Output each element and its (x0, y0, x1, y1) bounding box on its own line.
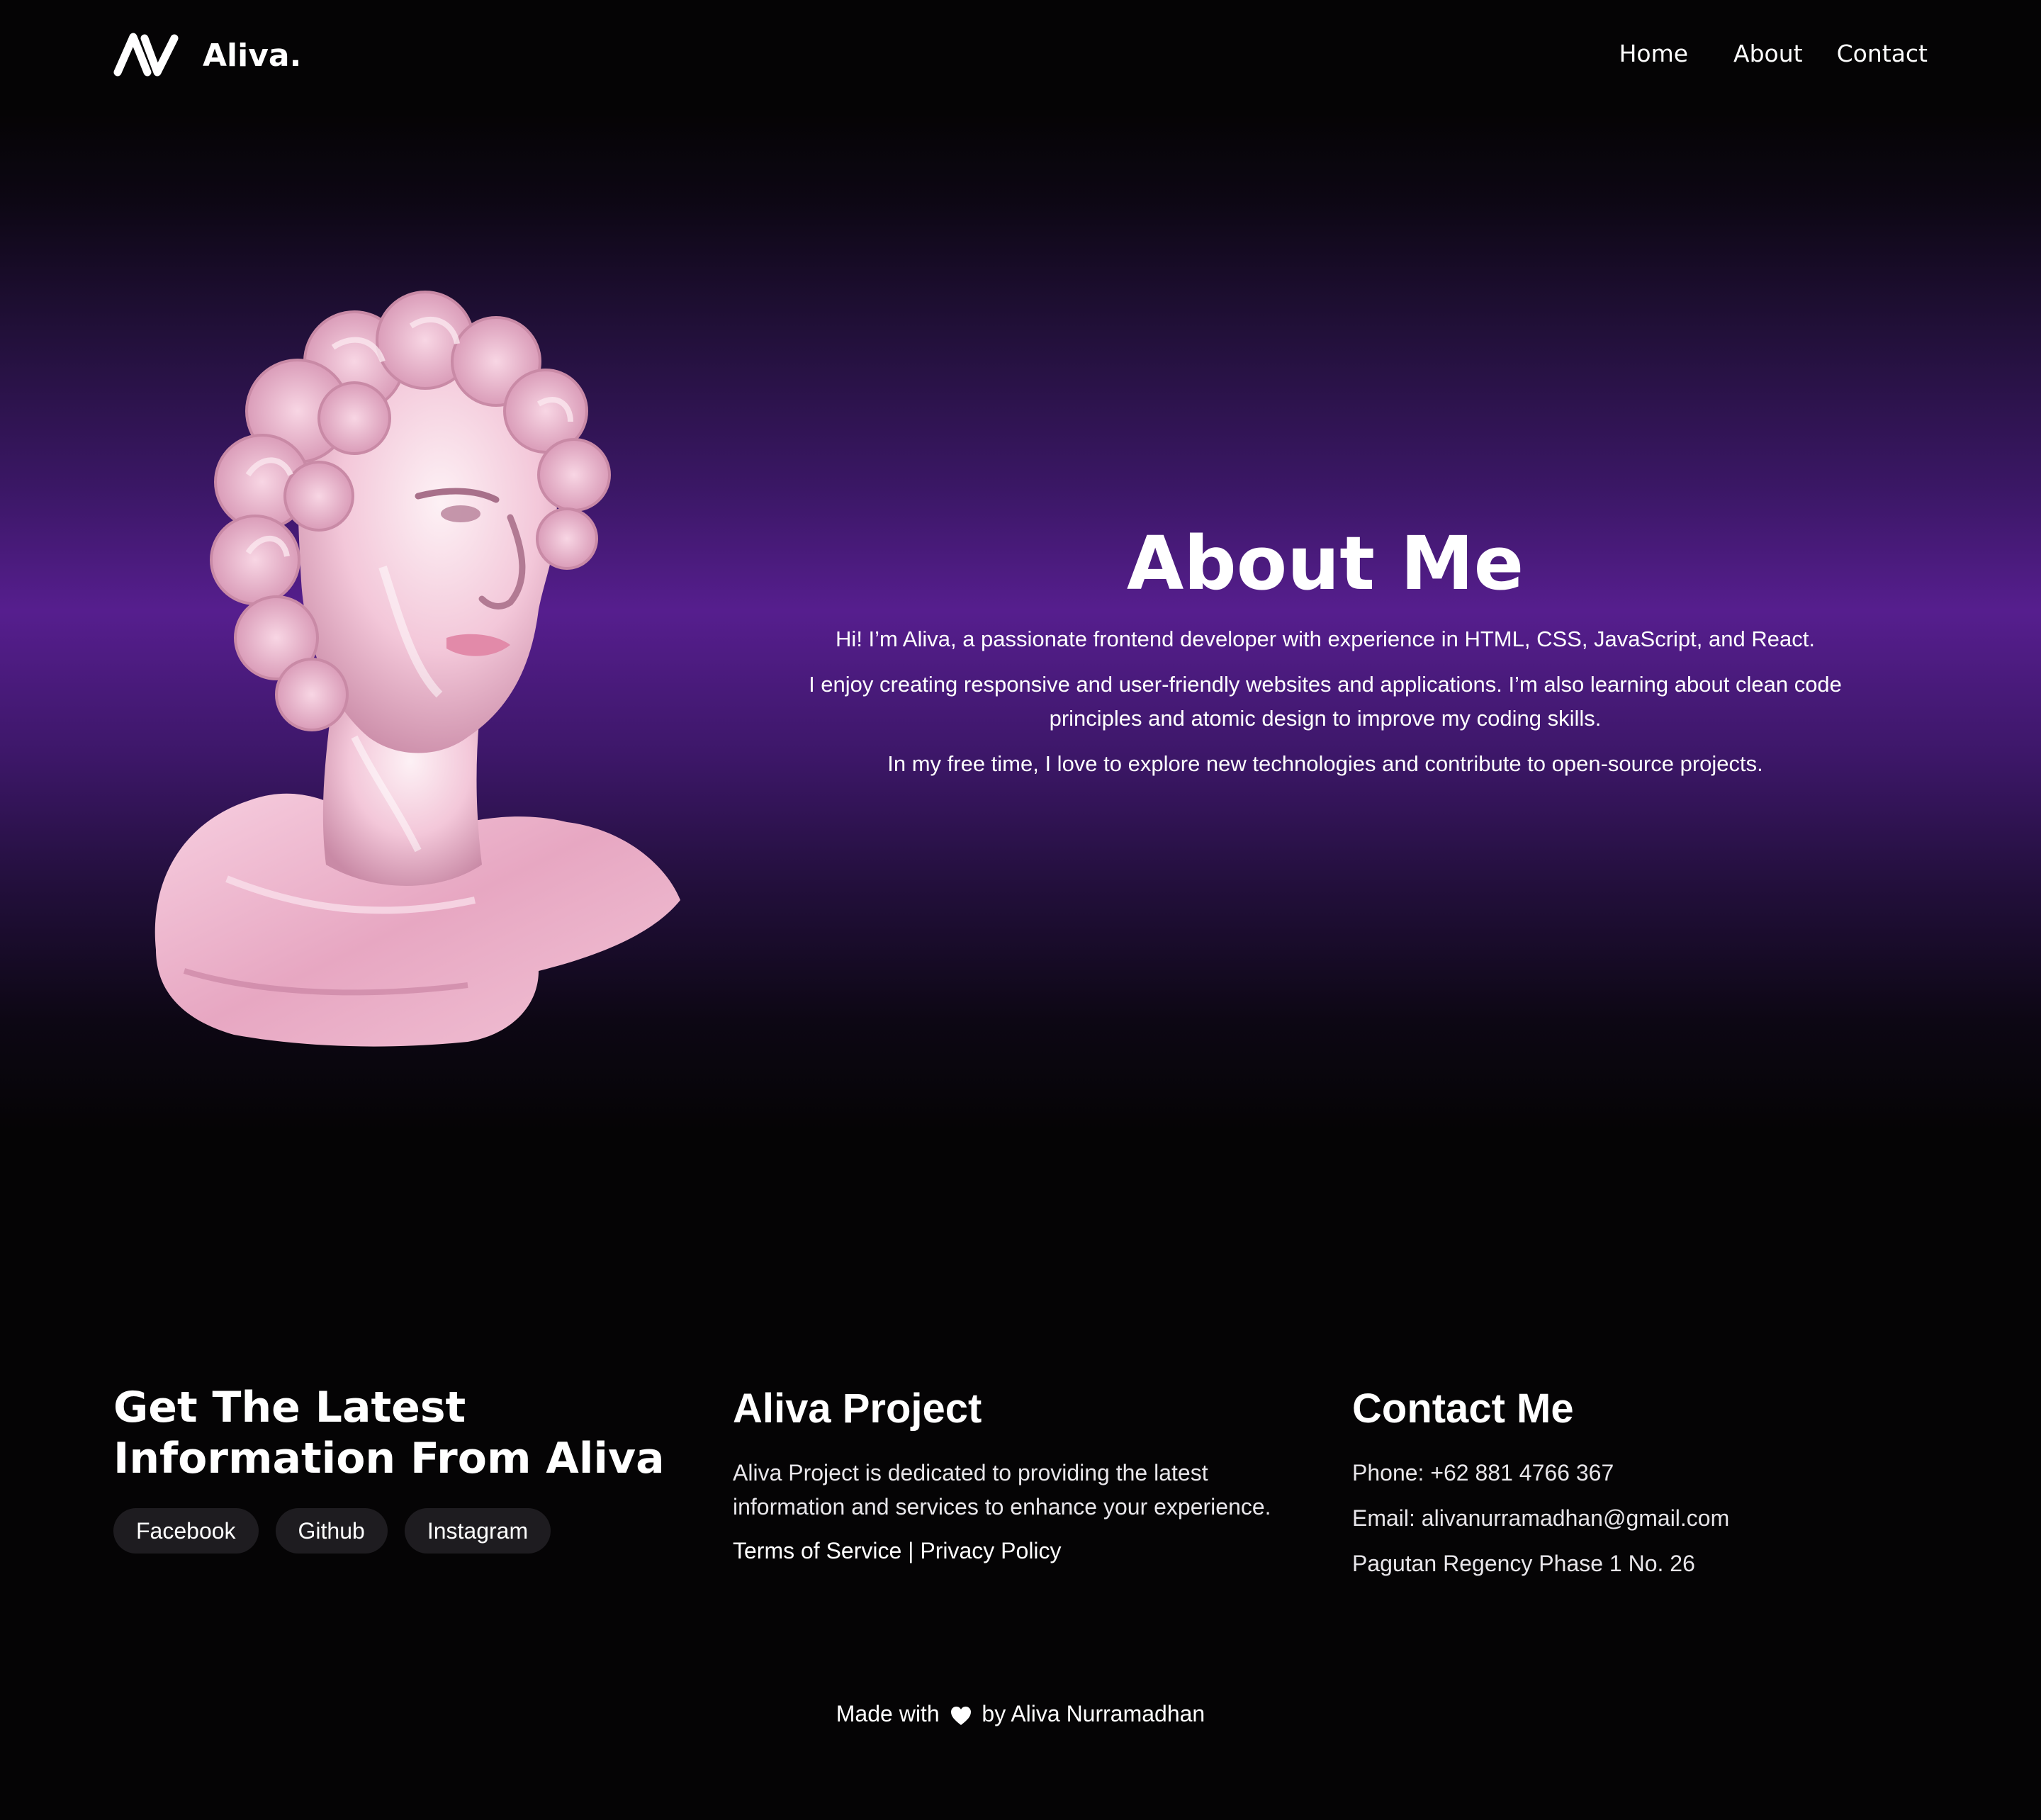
terms-link[interactable]: Terms of Service (733, 1538, 901, 1563)
footer-newsletter-heading: Get The Latest Information From Aliva (113, 1383, 665, 1483)
main-nav: Home About Contact (1619, 40, 1928, 67)
footer-project-description: Aliva Project is dedicated to providing … (733, 1460, 1271, 1520)
logo-mark-icon (113, 33, 179, 77)
footer-project-column: Aliva Project Aliva Project is dedicated… (733, 1375, 1314, 1568)
legal-separator: | (908, 1538, 914, 1563)
made-with-prefix: Made with (836, 1701, 940, 1726)
nav-home[interactable]: Home (1619, 40, 1688, 67)
about-content: About Me Hi! I’m Aliva, a passionate fro… (765, 523, 1885, 792)
github-link[interactable]: Github (275, 1508, 388, 1554)
privacy-link[interactable]: Privacy Policy (920, 1538, 1061, 1563)
social-links: Facebook Github Instagram (113, 1508, 695, 1554)
nav-about[interactable]: About (1733, 40, 1803, 67)
nav-contact[interactable]: Contact (1837, 40, 1928, 67)
about-paragraph: In my free time, I love to explore new t… (887, 751, 1763, 777)
footer-project-heading: Aliva Project (733, 1386, 982, 1432)
footer-contact-column: Contact Me Phone: +62 881 4766 367 Email… (1352, 1375, 1933, 1592)
contact-address: Pagutan Regency Phase 1 No. 26 (1352, 1551, 1695, 1576)
page: Aliva. Home About Contact About Me Hi! I… (0, 0, 2041, 1820)
brand-logo[interactable]: Aliva. (113, 28, 301, 82)
statue-bust-image (154, 291, 681, 1047)
about-hero: About Me Hi! I’m Aliva, a passionate fro… (0, 113, 2041, 1219)
about-title: About Me (1126, 520, 1524, 607)
contact-email: Email: alivanurramadhan@gmail.com (1352, 1505, 1730, 1531)
about-paragraph: I enjoy creating responsive and user-fri… (809, 672, 1842, 731)
brand-name: Aliva. (203, 37, 302, 74)
legal-links: Terms of Service | Privacy Policy (733, 1534, 1314, 1568)
heart-icon (950, 1707, 971, 1725)
contact-phone: Phone: +62 881 4766 367 (1352, 1460, 1614, 1485)
footer-contact-heading: Contact Me (1352, 1386, 1574, 1432)
site-header: Aliva. Home About Contact (0, 0, 2041, 113)
facebook-link[interactable]: Facebook (113, 1508, 259, 1554)
about-paragraph: Hi! I’m Aliva, a passionate frontend dev… (836, 627, 1815, 652)
made-with-credit: Made with by Aliva Nurramadhan (0, 1698, 2041, 1729)
instagram-link[interactable]: Instagram (404, 1508, 551, 1554)
made-with-suffix: by Aliva Nurramadhan (982, 1701, 1205, 1726)
footer-newsletter-column: Get The Latest Information From Aliva Fa… (113, 1375, 695, 1554)
